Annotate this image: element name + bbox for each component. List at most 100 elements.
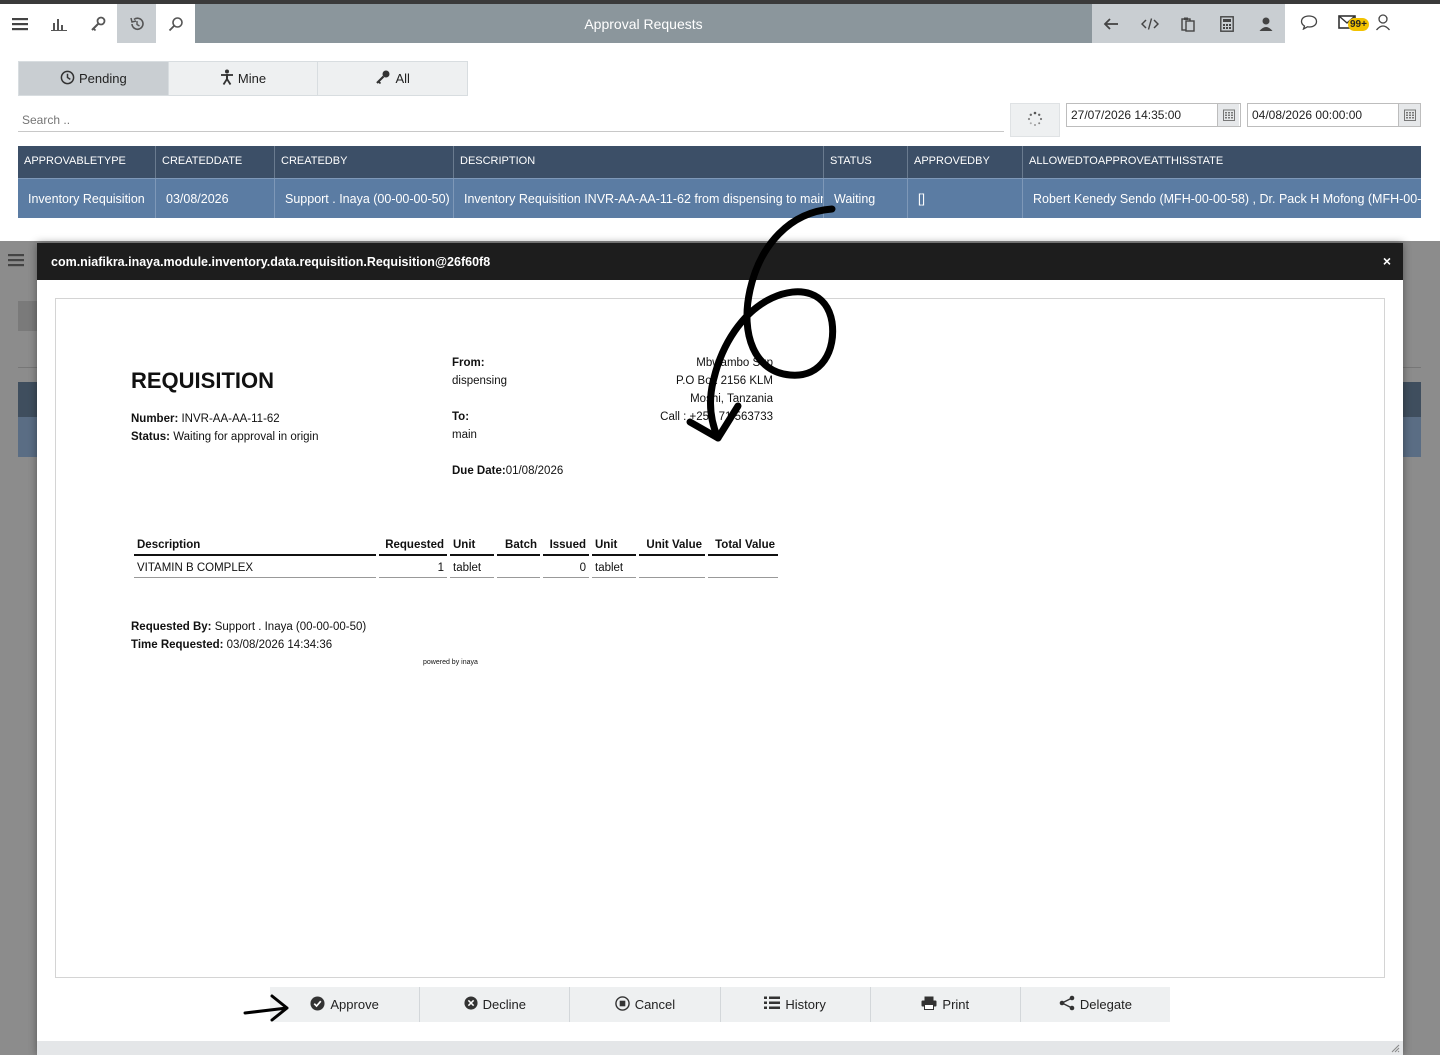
stop-circle-icon	[614, 995, 630, 1014]
to-value: main	[452, 429, 477, 441]
date-from-input[interactable]	[1067, 104, 1217, 126]
calendar-icon[interactable]	[1217, 104, 1239, 126]
print-label: Print	[942, 997, 970, 1012]
delegate-button[interactable]: Delegate	[1020, 987, 1171, 1022]
page-title: Approval Requests	[195, 4, 1092, 43]
number-label: Number:	[131, 413, 179, 425]
column-header[interactable]: STATUS	[824, 146, 908, 178]
column-header[interactable]: APPROVEDBY	[908, 146, 1023, 178]
requisition-dialog: com.niafikra.inaya.module.inventory.data…	[37, 243, 1403, 1055]
notification-badge: 99+	[1348, 18, 1369, 31]
chat-icon[interactable]	[1300, 14, 1318, 33]
requisition-number: Number: INVR-AA-AA-11-62	[131, 413, 280, 425]
search-icon[interactable]	[156, 4, 195, 43]
toolbar-right	[1092, 4, 1285, 43]
calendar-icon[interactable]	[1398, 104, 1420, 126]
spinner-icon	[1027, 111, 1043, 130]
table-row[interactable]: Inventory Requisition 03/08/2026 Support…	[18, 178, 1421, 218]
mail-notifications[interactable]: 99+	[1338, 14, 1369, 33]
cancel-button[interactable]: Cancel	[570, 987, 721, 1022]
tab-pending[interactable]: Pending	[19, 62, 169, 95]
column-header[interactable]: ALLOWEDTOAPPROVEATTHISSTATE	[1023, 146, 1421, 178]
dialog-header: com.niafikra.inaya.module.inventory.data…	[37, 243, 1403, 280]
tab-label: Mine	[237, 71, 267, 86]
resize-handle-icon[interactable]	[1390, 1043, 1400, 1053]
menu-icon	[8, 253, 24, 270]
key-icon	[375, 69, 391, 88]
address-line: Mbwambo Sup	[696, 357, 773, 369]
dimmed-tab	[18, 301, 38, 331]
from-label: From:	[452, 357, 485, 369]
person-icon	[220, 69, 234, 88]
requested-by-value: Support . Inaya (00-00-00-50)	[214, 621, 367, 633]
tab-mine[interactable]: Mine	[168, 62, 319, 95]
date-to-input[interactable]	[1248, 104, 1398, 126]
column-header[interactable]: APPROVABLETYPE	[18, 146, 156, 178]
date-from-field	[1066, 103, 1241, 127]
address-line: P.O Box 2156 KLM	[676, 375, 773, 387]
bar-chart-icon[interactable]	[39, 4, 78, 43]
delegate-label: Delegate	[1079, 997, 1132, 1012]
tab-label: All	[395, 71, 410, 86]
column-header[interactable]: CREATEDDATE	[156, 146, 275, 178]
user-icon[interactable]	[1246, 4, 1285, 43]
from-value: dispensing	[452, 375, 507, 387]
time-requested-label: Time Requested:	[131, 639, 224, 651]
key-icon[interactable]	[78, 4, 117, 43]
filter-tabs: Pending Mine All	[18, 61, 468, 96]
decline-label: Decline	[482, 997, 526, 1012]
print-button[interactable]: Print	[870, 987, 1021, 1022]
share-icon	[1059, 995, 1075, 1014]
clipboard-icon[interactable]	[1169, 4, 1208, 43]
back-arrow-icon[interactable]	[1092, 4, 1131, 43]
table-cell: tablet	[450, 556, 494, 578]
history-button[interactable]: History	[720, 987, 871, 1022]
column-header[interactable]: DESCRIPTION	[454, 146, 824, 178]
cancel-label: Cancel	[634, 997, 676, 1012]
powered-by-text: powered by inaya	[423, 659, 478, 666]
column-header[interactable]: CREATEDBY	[275, 146, 454, 178]
toolbar-left	[0, 4, 195, 43]
table-cell: tablet	[592, 556, 636, 578]
items-table: Description Requested Unit Batch Issued …	[131, 535, 781, 578]
table-cell: []	[908, 179, 1023, 218]
column-header: Total Value	[708, 535, 778, 556]
table-cell	[708, 556, 778, 578]
close-icon[interactable]: ×	[1383, 253, 1391, 269]
toolbar-far-right: 99+	[1300, 4, 1391, 43]
calculator-icon[interactable]	[1208, 4, 1247, 43]
time-requested-value: 03/08/2026 14:34:36	[226, 639, 333, 651]
history-icon[interactable]	[117, 4, 156, 43]
table-cell: Support . Inaya (00-00-00-50)	[275, 179, 454, 218]
dialog-title: com.niafikra.inaya.module.inventory.data…	[51, 254, 491, 269]
tab-all[interactable]: All	[318, 62, 468, 95]
table-cell: 03/08/2026	[156, 179, 275, 218]
list-icon	[764, 996, 781, 1013]
date-to-field	[1247, 103, 1421, 127]
table-cell: 1	[379, 556, 447, 578]
items-header-row: Description Requested Unit Batch Issued …	[134, 535, 778, 556]
requisition-document: REQUISITION Number: INVR-AA-AA-11-62 Sta…	[55, 298, 1385, 978]
table-row: VITAMIN B COMPLEX 1 tablet 0 tablet	[134, 556, 778, 578]
tab-label: Pending	[78, 71, 127, 86]
table-cell: Robert Kenedy Sendo (MFH-00-00-58) , Dr.…	[1033, 192, 1421, 206]
table-cell: Inventory Requisition INVR-AA-AA-11-62 f…	[454, 179, 824, 218]
decline-button[interactable]: Decline	[420, 987, 571, 1022]
approve-button[interactable]: Approve	[270, 987, 421, 1022]
history-label: History	[785, 997, 826, 1012]
approval-grid: APPROVABLETYPE CREATEDDATE CREATEDBY DES…	[18, 146, 1421, 218]
table-cell: VITAMIN B COMPLEX	[134, 556, 376, 578]
profile-icon[interactable]	[1375, 13, 1391, 34]
dialog-footer	[37, 1041, 1403, 1055]
search-input[interactable]	[18, 108, 1004, 132]
column-header: Batch	[497, 535, 540, 556]
time-requested: Time Requested: 03/08/2026 14:34:36	[131, 639, 332, 651]
check-circle-icon	[310, 995, 325, 1014]
table-cell	[639, 556, 705, 578]
code-icon[interactable]	[1131, 4, 1170, 43]
refresh-button[interactable]	[1010, 103, 1060, 137]
column-header: Unit Value	[639, 535, 705, 556]
menu-icon[interactable]	[0, 4, 39, 43]
status-label: Status:	[131, 431, 170, 443]
requisition-status: Status: Waiting for approval in origin	[131, 431, 319, 443]
